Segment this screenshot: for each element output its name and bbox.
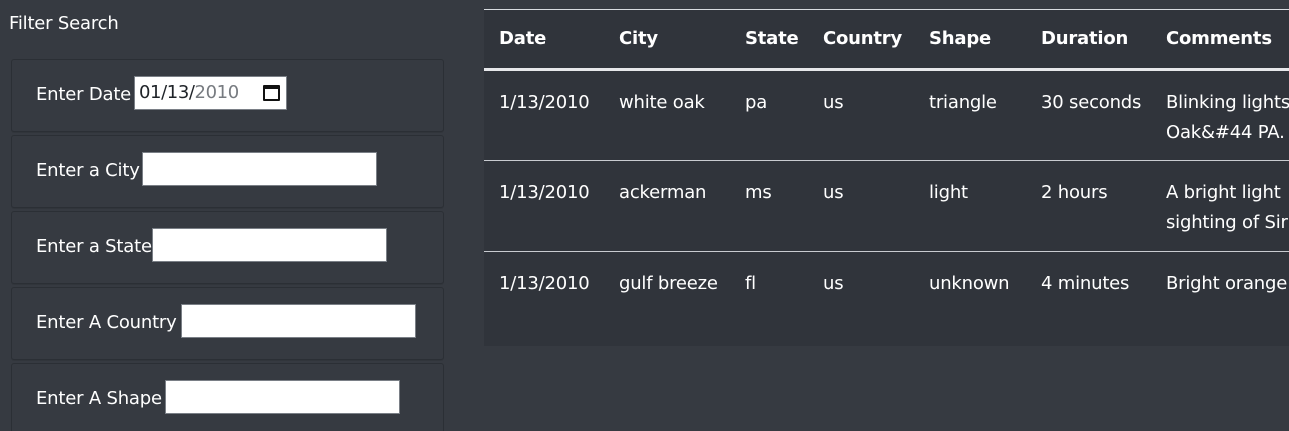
date-input[interactable]: 01/13/2010 <box>134 76 287 110</box>
shape-cell: unknown <box>929 272 1010 294</box>
column-header-state: State <box>730 10 808 71</box>
date-input-value: 01/13/2010 <box>139 77 239 109</box>
table-header: Date City State Country Shape Duration C… <box>484 10 1289 71</box>
date-cell: 1/13/2010 <box>484 160 604 252</box>
column-header-comments: Comments <box>1151 10 1289 71</box>
country-input[interactable] <box>181 304 416 338</box>
table-row: 1/13/2010 gulf breeze fl us unknown 4 mi… <box>484 251 1289 342</box>
comment-line: A bright light <box>1166 181 1281 203</box>
city-input[interactable] <box>142 152 377 186</box>
shape-filter-label: Enter A Shape <box>36 388 162 409</box>
shape-filter-card: Enter A Shape <box>11 363 444 431</box>
country-filter-label: Enter A Country <box>36 312 177 333</box>
city-cell: ackerman <box>604 160 730 252</box>
country-cell: us <box>808 160 914 252</box>
state-cell: fl <box>745 272 756 294</box>
city-filter-label: Enter a City <box>36 160 140 181</box>
state-input[interactable] <box>152 228 387 262</box>
table-header-row: Date City State Country Shape Duration C… <box>484 10 1289 71</box>
duration-cell: 4 minutes <box>1041 272 1130 294</box>
comment-line: Bright orange <box>1166 272 1288 294</box>
table-row: 1/13/2010 ackerman ms us light 2 hours A… <box>484 160 1289 252</box>
ufo-search-page: Filter Search Enter Date 01/13/2010 Ente… <box>0 0 1289 431</box>
state-cell: ms <box>730 160 808 252</box>
calendar-icon[interactable] <box>263 85 280 101</box>
comment-line: Blinking lights <box>1166 91 1289 113</box>
date-filter-label: Enter Date <box>36 84 132 105</box>
shape-input[interactable] <box>165 380 400 414</box>
city-cell: gulf breeze <box>619 272 718 294</box>
date-cell: 1/13/2010 <box>499 272 590 294</box>
column-header-shape: Shape <box>914 10 1026 71</box>
state-filter-label: Enter a State <box>36 236 152 257</box>
city-cell: white oak <box>604 69 730 161</box>
date-year: 2010 <box>194 82 240 103</box>
date-month-day: 01/13/ <box>139 82 195 103</box>
column-header-duration: Duration <box>1026 10 1151 71</box>
ufo-results-table: Date City State Country Shape Duration C… <box>484 10 1289 342</box>
filter-title: Filter Search <box>9 13 119 34</box>
shape-cell: triangle <box>914 69 1026 161</box>
table-body: 1/13/2010 white oak pa us triangle 30 se… <box>484 69 1289 342</box>
duration-cell: 2 hours <box>1026 160 1151 252</box>
country-filter-card: Enter A Country <box>11 287 444 360</box>
state-cell: pa <box>730 69 808 161</box>
date-cell: 1/13/2010 <box>484 69 604 161</box>
comments-cell: A bright light sighting of Sir <box>1151 160 1289 252</box>
comments-cell: Blinking lights Oak&#44 PA. <box>1151 69 1289 161</box>
comment-line: Oak&#44 PA. <box>1166 121 1285 143</box>
state-filter-card: Enter a State <box>11 211 444 284</box>
comments-cell: Bright orange <box>1151 251 1289 342</box>
shape-cell: light <box>914 160 1026 252</box>
results-table-container: Date City State Country Shape Duration C… <box>484 9 1289 346</box>
city-filter-card: Enter a City <box>11 135 444 208</box>
filter-panel: Filter Search Enter Date 01/13/2010 Ente… <box>0 0 460 431</box>
column-header-city: City <box>604 10 730 71</box>
comment-line: sighting of Sir <box>1166 211 1288 233</box>
country-cell: us <box>808 69 914 161</box>
date-filter-card: Enter Date 01/13/2010 <box>11 59 444 132</box>
column-header-country: Country <box>808 10 914 71</box>
country-cell: us <box>823 272 844 294</box>
column-header-date: Date <box>484 10 604 71</box>
duration-cell: 30 seconds <box>1026 69 1151 161</box>
table-row: 1/13/2010 white oak pa us triangle 30 se… <box>484 69 1289 161</box>
